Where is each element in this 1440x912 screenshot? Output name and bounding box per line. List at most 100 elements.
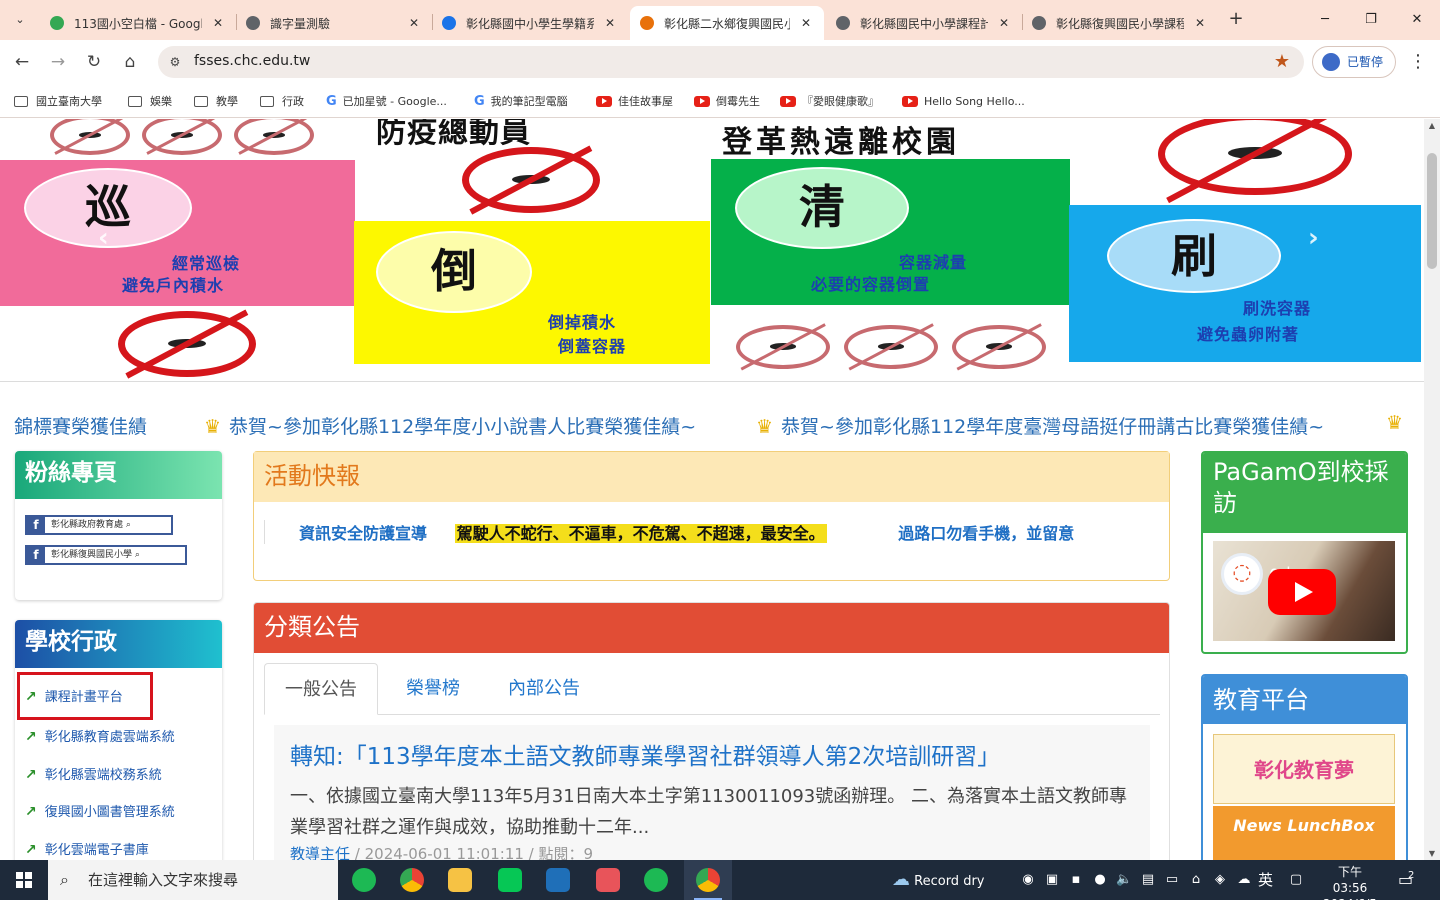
flash-item[interactable]: 資訊安全防護宣導 <box>299 524 427 543</box>
bookmark-label: 娛樂 <box>150 95 172 108</box>
tray-app-icon[interactable]: ▣ <box>1044 872 1060 888</box>
forward-button[interactable]: → <box>44 48 72 76</box>
weather-widget[interactable]: ☁ Record dry <box>892 860 984 900</box>
close-tab-icon[interactable]: ✕ <box>1192 16 1208 30</box>
admin-link-edu-cloud[interactable]: ↗ 彰化縣教育處雲端系統 <box>25 724 175 750</box>
globe-icon <box>836 16 850 30</box>
browser-tab[interactable]: 彰化縣復興國民小學課程計畫 ✕ <box>1022 6 1218 40</box>
bookmark-folder[interactable]: 教學 <box>194 92 238 110</box>
menu-icon[interactable]: ⋮ <box>1408 48 1428 76</box>
chrome-active-icon[interactable] <box>684 860 732 900</box>
banner-carousel[interactable]: 防疫總動員 登革熱遠離校園 巡 經常巡檢 避免戶內積水 倒 倒掉積水 倒蓋容器 … <box>0 119 1424 382</box>
app-icon[interactable] <box>584 860 632 900</box>
bookmark-link[interactable]: G 已加星號 - Google... <box>326 92 447 110</box>
browser-tab[interactable]: 識字量測驗 ✕ <box>236 6 432 40</box>
folder-icon <box>194 95 208 107</box>
panel-line2: 倒蓋容器 <box>558 337 627 356</box>
close-tab-icon[interactable]: ✕ <box>602 16 618 30</box>
browser-tab-active[interactable]: 彰化縣二水鄉復興國民小學 ✕ <box>630 6 824 40</box>
carousel-prev-icon[interactable]: ‹ <box>98 223 109 253</box>
close-tab-icon[interactable]: ✕ <box>996 16 1012 30</box>
chrome-icon[interactable] <box>388 860 436 900</box>
close-tab-icon[interactable]: ✕ <box>210 16 226 30</box>
marquee-item[interactable]: ♛ 恭賀~參加彰化縣112學年度小小說書人比賽榮獲佳績~ <box>204 412 696 439</box>
tab-internal[interactable]: 內部公告 <box>488 663 600 715</box>
banner-heading-left: 防疫總動員 <box>376 119 531 150</box>
post-author[interactable]: 教導主任 <box>290 845 350 860</box>
carousel-next-icon[interactable]: › <box>1308 223 1319 253</box>
bookmark-link[interactable]: Hello Song Hello... <box>902 92 1025 110</box>
flash-item[interactable]: 過路口勿看手機，並留意 <box>898 524 1074 543</box>
taskbar-search[interactable]: ⌕ 在這裡輸入文字來搜尋 <box>48 860 338 900</box>
file-explorer-icon[interactable] <box>436 860 484 900</box>
flash-item-highlighted[interactable]: 駕駛人不蛇行、不逼車，不危駕、不超速，最安全。 <box>454 524 827 543</box>
line-tray-icon[interactable]: ▪ <box>1068 872 1084 888</box>
tab-search-icon[interactable]: ⌄ <box>8 8 32 32</box>
tab-honor-roll[interactable]: 榮譽榜 <box>386 663 480 715</box>
start-button[interactable] <box>0 860 48 900</box>
home-button[interactable]: ⌂ <box>116 48 144 76</box>
admin-link-cloud-school[interactable]: ↗ 彰化縣雲端校務系統 <box>25 762 162 788</box>
tray-app-icon[interactable]: ▢ <box>1288 872 1304 888</box>
cloud-icon[interactable]: ☁ <box>1236 872 1252 888</box>
volume-icon[interactable]: 🔈 <box>1116 872 1132 888</box>
new-tab-button[interactable]: + <box>1224 8 1248 32</box>
app-icon[interactable] <box>534 860 582 900</box>
restore-button[interactable]: ❐ <box>1348 6 1394 34</box>
bookmark-link[interactable]: 倒霉先生 <box>694 92 760 110</box>
close-tab-icon[interactable]: ✕ <box>798 16 814 30</box>
minimize-button[interactable]: ─ <box>1302 6 1348 34</box>
tray-app-icon[interactable]: ◉ <box>1020 872 1036 888</box>
post-title[interactable]: 轉知:「113學年度本土語文教師專業學習社群領導人第2次培訓研習」 <box>290 737 1134 771</box>
browser-tab[interactable]: 彰化縣國民中小學課程計畫 ✕ <box>826 6 1022 40</box>
close-window-button[interactable]: ✕ <box>1394 6 1440 34</box>
admin-link-curriculum[interactable]: ↗ 課程計畫平台 <box>25 684 123 710</box>
school-admin-title: 學校行政 <box>15 620 222 668</box>
video-thumbnail[interactable]: ◌ 0十... <box>1213 541 1395 641</box>
bookmark-link[interactable]: 佳佳故事屋 <box>596 92 673 110</box>
spotify-tray-icon[interactable]: ● <box>1092 872 1108 888</box>
line-icon[interactable] <box>486 860 534 900</box>
bookmark-folder[interactable]: 娛樂 <box>128 92 172 110</box>
spotify-icon[interactable] <box>340 860 388 900</box>
clock[interactable]: 下午 03:56 2024/6/5 <box>1320 860 1380 911</box>
notifications-icon[interactable]: ▭ 2 <box>1398 860 1414 900</box>
tray-app-icon[interactable]: ⌂ <box>1188 872 1204 888</box>
network-icon[interactable]: ▭ <box>1164 872 1180 888</box>
bookmark-link[interactable]: 『愛眼健康歌』 <box>780 92 879 110</box>
tray-app-icon[interactable]: ▤ <box>1140 872 1156 888</box>
url-text[interactable]: fsses.chc.edu.tw <box>194 53 310 69</box>
bookmark-folder[interactable]: 行政 <box>260 92 304 110</box>
close-tab-icon[interactable]: ✕ <box>406 16 422 30</box>
youtube-icon <box>694 95 710 107</box>
address-bar[interactable]: ⚙ fsses.chc.edu.tw ★ <box>158 46 1304 78</box>
scroll-up-icon[interactable]: ▲ <box>1426 121 1438 130</box>
scroll-down-icon[interactable]: ▼ <box>1426 849 1438 858</box>
admin-link-library[interactable]: ↗ 復興國小圖書管理系統 <box>25 799 175 825</box>
ime-indicator[interactable]: 英 <box>1258 860 1273 900</box>
youtube-play-icon[interactable] <box>1268 569 1336 615</box>
fb-link-edu-dept[interactable]: f 彰化縣政府教育處 ⌕ <box>25 515 173 535</box>
news-lunchbox-banner[interactable]: News LunchBox <box>1213 806 1395 860</box>
browser-tab[interactable]: 113國小空白檔 - Google ✕ <box>40 6 236 40</box>
tab-general[interactable]: 一般公告 <box>264 663 378 715</box>
bookmark-star-icon[interactable]: ★ <box>1274 51 1290 72</box>
reload-button[interactable]: ↻ <box>80 48 108 76</box>
security-icon[interactable]: ◈ <box>1212 872 1228 888</box>
spotify-icon[interactable] <box>632 860 680 900</box>
fb-link-school[interactable]: f 彰化縣復興國民小學 ⌕ <box>25 545 187 565</box>
profile-button[interactable]: 已暫停 <box>1312 46 1396 78</box>
bookmark-folder[interactable]: 國立臺南大學 <box>14 92 102 110</box>
scrollbar-thumb[interactable] <box>1427 153 1437 269</box>
marquee-item[interactable]: ♛ 恭賀~參加彰化縣112學年度臺灣母語挺仔冊講古比賽榮獲佳績~ <box>756 412 1324 439</box>
page-scrollbar[interactable]: ▲ ▼ <box>1424 119 1440 860</box>
fb-link-label: 彰化縣政府教育處 <box>51 520 124 530</box>
marquee-item[interactable]: 錦標賽榮獲佳績 <box>14 412 147 439</box>
google-icon: G <box>474 93 485 109</box>
site-info-icon[interactable]: ⚙ <box>166 53 184 71</box>
bookmark-link[interactable]: G 我的筆記型電腦 <box>474 92 568 110</box>
admin-link-ebook[interactable]: ↗ 彰化雲端電子書庫 <box>25 837 149 860</box>
edu-dream-banner[interactable]: 彰化教育夢 <box>1213 734 1395 804</box>
browser-tab[interactable]: 彰化縣國中小學生學籍系統 ✕ <box>432 6 628 40</box>
back-button[interactable]: ← <box>8 48 36 76</box>
